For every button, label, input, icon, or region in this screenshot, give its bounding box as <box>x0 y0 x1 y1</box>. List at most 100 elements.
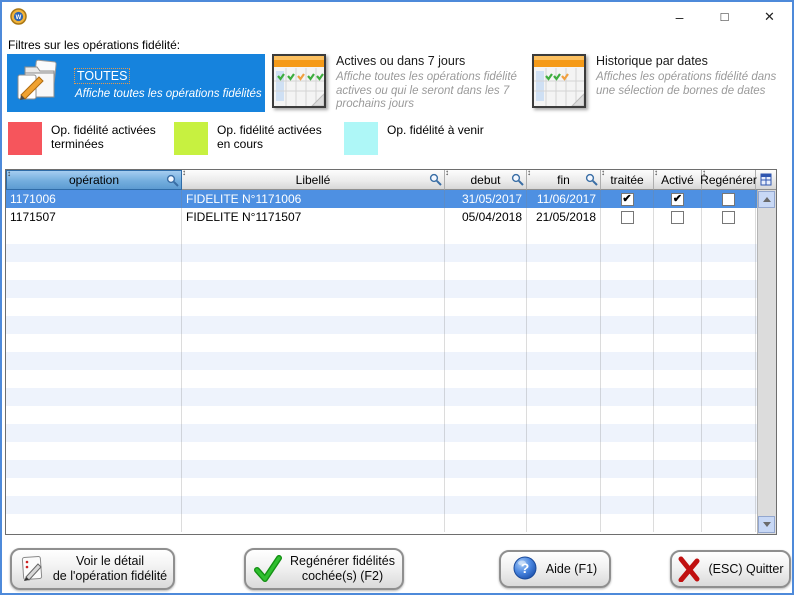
table-cell-operation <box>6 262 182 280</box>
sort-icon[interactable]: ↕ <box>445 169 449 177</box>
table-row[interactable]: 1171507FIDELITE N°117150705/04/201821/05… <box>6 208 776 226</box>
table-row[interactable] <box>6 280 776 298</box>
view-detail-label-line1: Voir le détail <box>76 554 144 568</box>
filter-historique-dates[interactable]: Historique par dates Affiches les opérat… <box>532 54 790 108</box>
table-cell-active[interactable]: ✔ <box>654 190 702 208</box>
table-cell-operation <box>6 352 182 370</box>
sort-icon[interactable]: ↕ <box>601 169 605 177</box>
scroll-up-button[interactable] <box>758 191 775 208</box>
table-cell-debut[interactable]: 05/04/2018 <box>445 208 527 226</box>
table-cell-libelle[interactable]: FIDELITE N°1171507 <box>182 208 445 226</box>
table-cell-traitee <box>601 424 654 442</box>
legend-swatch-red <box>8 122 42 155</box>
close-button[interactable]: ✕ <box>747 2 792 31</box>
table-cell-fin[interactable]: 11/06/2017 <box>527 190 601 208</box>
table-cell-regenerer[interactable] <box>702 190 756 208</box>
sort-icon[interactable]: ↕ <box>527 169 531 177</box>
table-row[interactable] <box>6 262 776 280</box>
checkbox-active-unchecked[interactable] <box>671 211 684 224</box>
column-header-active[interactable]: ↕Activé <box>654 170 702 190</box>
filter-toutes-panel[interactable]: TOUTES Affiche toutes les opérations fid… <box>7 54 265 112</box>
sort-icon[interactable]: ↕ <box>7 170 11 178</box>
column-header-fin[interactable]: ↕fin <box>527 170 601 190</box>
table-row[interactable] <box>6 424 776 442</box>
title-bar[interactable]: W – □ ✕ <box>2 2 792 32</box>
table-cell-regenerer[interactable] <box>702 208 756 226</box>
table-menu-icon[interactable] <box>756 170 776 190</box>
search-icon[interactable] <box>429 173 442 186</box>
vertical-scrollbar[interactable] <box>757 190 776 534</box>
table-row[interactable] <box>6 244 776 262</box>
table-row[interactable] <box>6 352 776 370</box>
table-row[interactable] <box>6 388 776 406</box>
table-cell-regenerer <box>702 316 756 334</box>
sort-icon[interactable]: ↕ <box>654 169 658 177</box>
table-row[interactable] <box>6 460 776 478</box>
column-header-debut[interactable]: ↕debut <box>445 170 527 190</box>
table-cell-fin[interactable]: 21/05/2018 <box>527 208 601 226</box>
table-cell-regenerer <box>702 244 756 262</box>
table-cell-traitee <box>601 514 654 532</box>
table-cell-regenerer <box>702 334 756 352</box>
table-cell-libelle <box>182 514 445 532</box>
table-cell-traitee <box>601 280 654 298</box>
table-row[interactable] <box>6 226 776 244</box>
table-cell-debut[interactable]: 31/05/2017 <box>445 190 527 208</box>
checkbox-traitee-unchecked[interactable] <box>621 211 634 224</box>
green-check-icon <box>253 555 283 583</box>
table-row[interactable] <box>6 334 776 352</box>
checkbox-regenerer-unchecked[interactable] <box>722 211 735 224</box>
maximize-button[interactable]: □ <box>702 2 747 31</box>
regenerate-button[interactable]: Regénérer fidélités cochée(s) (F2) <box>244 548 404 590</box>
search-icon[interactable] <box>511 173 524 186</box>
sort-icon[interactable]: ↕ <box>182 169 186 177</box>
caption-buttons: – □ ✕ <box>657 2 792 31</box>
help-button[interactable]: ? Aide (F1) <box>499 550 611 588</box>
filter-toutes-title: TOUTES <box>75 69 129 83</box>
table-cell-traitee <box>601 352 654 370</box>
table-row[interactable] <box>6 478 776 496</box>
table-cell-debut <box>445 514 527 532</box>
table-cell-active[interactable] <box>654 208 702 226</box>
table-row[interactable]: 1171006FIDELITE N°117100631/05/201711/06… <box>6 190 776 208</box>
table-cell-traitee[interactable] <box>601 208 654 226</box>
minimize-button[interactable]: – <box>657 2 702 31</box>
table-cell-traitee[interactable]: ✔ <box>601 190 654 208</box>
column-header-traitee[interactable]: ↕traitée <box>601 170 654 190</box>
view-detail-button[interactable]: Voir le détail de l'opération fidélité <box>10 548 175 590</box>
table-cell-active <box>654 388 702 406</box>
table-cell-operation <box>6 514 182 532</box>
column-header-libelle[interactable]: ↕Libellé <box>182 170 445 190</box>
table-row[interactable] <box>6 298 776 316</box>
red-x-icon <box>677 556 701 582</box>
checkbox-regenerer-unchecked[interactable] <box>722 193 735 206</box>
quit-button[interactable]: (ESC) Quitter <box>670 550 791 588</box>
table-cell-operation[interactable]: 1171006 <box>6 190 182 208</box>
checkbox-traitee-checked[interactable]: ✔ <box>621 193 634 206</box>
table-cell-regenerer <box>702 298 756 316</box>
table-row[interactable] <box>6 406 776 424</box>
table-row[interactable] <box>6 496 776 514</box>
table-cell-libelle[interactable]: FIDELITE N°1171006 <box>182 190 445 208</box>
checkbox-active-checked[interactable]: ✔ <box>671 193 684 206</box>
search-icon[interactable] <box>585 173 598 186</box>
help-label: Aide (F1) <box>546 562 597 576</box>
table-cell-regenerer <box>702 262 756 280</box>
table-row[interactable] <box>6 370 776 388</box>
sort-icon[interactable]: ↕ <box>702 169 706 177</box>
table-row[interactable] <box>6 316 776 334</box>
table-cell-operation[interactable]: 1171507 <box>6 208 182 226</box>
table-cell-debut <box>445 442 527 460</box>
table-cell-regenerer <box>702 496 756 514</box>
table-row[interactable] <box>6 442 776 460</box>
column-header-regenerer[interactable]: ↕Regénérer <box>702 170 756 190</box>
column-header-operation[interactable]: ↕opération <box>6 170 182 190</box>
legend-label: Op. fidélité activées en cours <box>217 122 337 151</box>
operations-table: ↕opération↕Libellé↕debut↕fin↕traitée↕Act… <box>5 169 777 535</box>
search-icon[interactable] <box>166 174 179 187</box>
filter-historique-desc: Affiches les opérations fidélité dans un… <box>596 71 794 98</box>
scroll-down-button[interactable] <box>758 516 775 533</box>
table-cell-regenerer <box>702 226 756 244</box>
filter-actives-7-jours[interactable]: Actives ou dans 7 jours Affiche toutes l… <box>272 54 522 112</box>
table-row[interactable] <box>6 514 776 532</box>
